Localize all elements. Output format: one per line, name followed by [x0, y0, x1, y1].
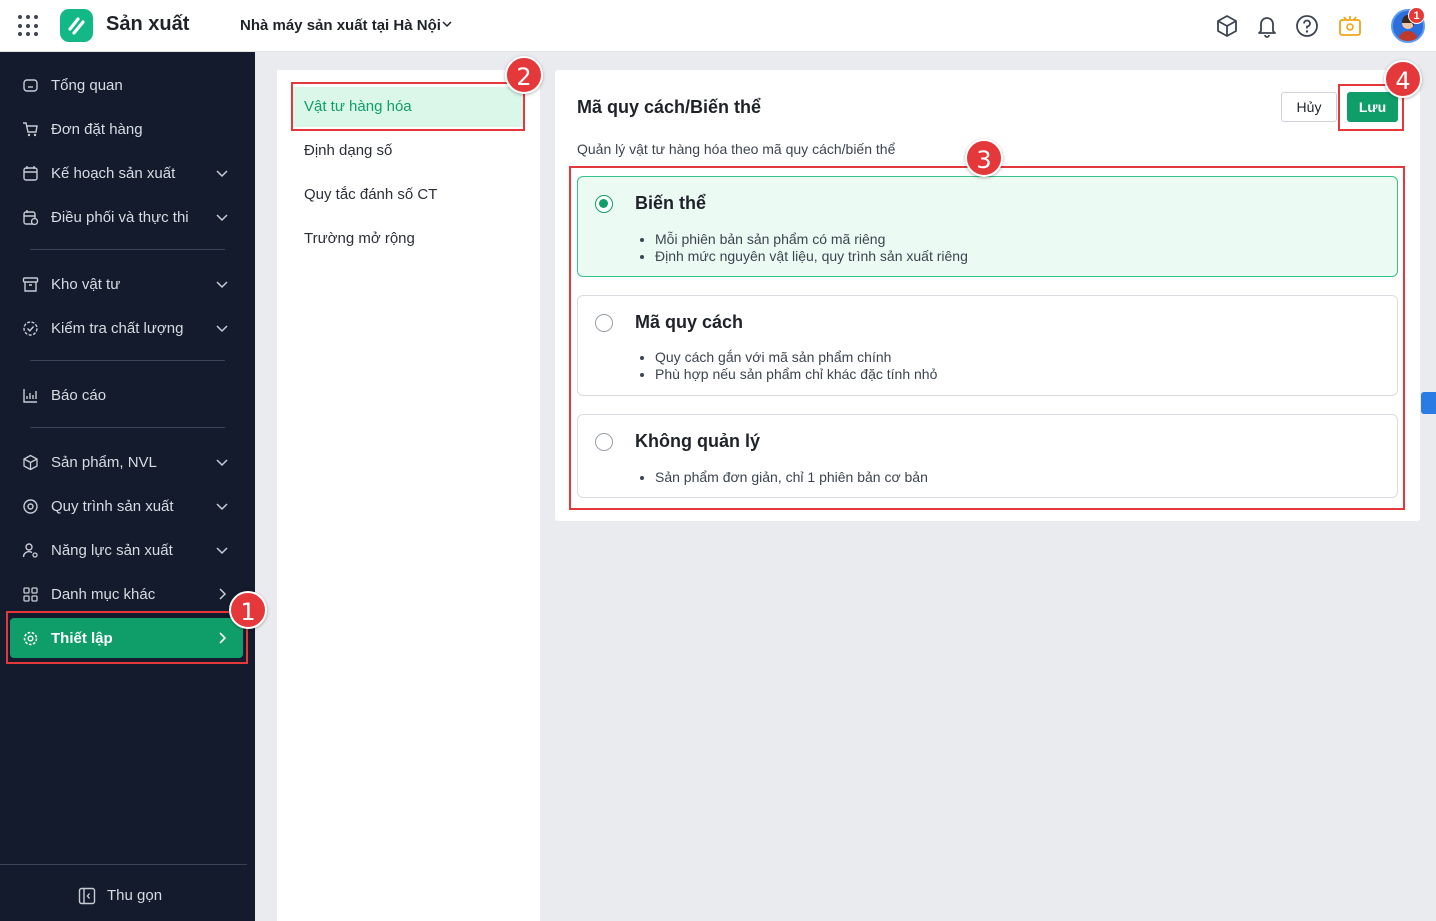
- sidebar-item-label: Tổng quan: [51, 76, 123, 94]
- chevron-right-icon: [219, 588, 227, 600]
- cube-icon: [23, 454, 38, 471]
- cancel-button[interactable]: Hủy: [1281, 92, 1337, 122]
- home-icon: [23, 79, 38, 92]
- sidebar-item-label: Báo cáo: [51, 386, 107, 404]
- sidebar: Tổng quan Đơn đặt hàng Kế hoạch sản xuất…: [0, 52, 255, 921]
- app-title: Sản xuất: [106, 13, 190, 35]
- sidebar-item-label: Kế hoạch sản xuất: [51, 164, 176, 182]
- sidebar-item-label: Đơn đặt hàng: [51, 120, 143, 138]
- sidebar-divider: [30, 249, 225, 250]
- factory-selector[interactable]: Nhà máy sản xuất tại Hà Nội: [240, 17, 441, 34]
- sidebar-item-label: Năng lực sản xuất: [51, 541, 173, 559]
- sidebar-item-label: Kho vật tư: [51, 275, 121, 293]
- chevron-down-icon: [216, 281, 228, 289]
- settings-submenu: Vật tư hàng hóa Định dạng số Quy tắc đán…: [277, 70, 540, 921]
- chevron-down-icon: [216, 214, 228, 222]
- sidebar-item-products[interactable]: Sản phẩm, NVL: [10, 442, 243, 482]
- highlight-box: [291, 82, 525, 131]
- collapse-sidebar-icon: [78, 887, 96, 905]
- chevron-down-icon: [216, 459, 228, 467]
- sidebar-item-production-plan[interactable]: Kế hoạch sản xuất: [10, 153, 243, 193]
- highlight-box: [6, 611, 248, 664]
- submenu-item-numbering-rules[interactable]: Quy tắc đánh số CT: [293, 175, 523, 215]
- collapse-label: Thu gọn: [107, 887, 163, 904]
- sidebar-item-quality[interactable]: Kiểm tra chất lượng: [10, 308, 243, 348]
- chevron-down-icon: [216, 547, 228, 555]
- sidebar-item-process[interactable]: Quy trình sản xuất: [10, 486, 243, 526]
- sidebar-item-label: Điều phối và thực thi: [51, 208, 189, 226]
- callout-badge: 3: [965, 139, 1003, 177]
- panel-description: Quản lý vật tư hàng hóa theo mã quy cách…: [577, 141, 896, 157]
- page-title: Mã quy cách/Biến thể: [577, 97, 762, 117]
- cart-icon: [23, 122, 38, 137]
- chart-icon: [23, 389, 37, 403]
- sidebar-divider: [30, 360, 225, 361]
- sidebar-item-warehouse[interactable]: Kho vật tư: [10, 264, 243, 304]
- chevron-down-icon: [216, 325, 228, 333]
- sidebar-item-dispatch[interactable]: Điều phối và thực thi: [10, 197, 243, 237]
- grid-icon: [23, 587, 38, 602]
- process-icon: [23, 499, 38, 514]
- chevron-down-icon[interactable]: [440, 17, 454, 31]
- sidebar-item-categories[interactable]: Danh mục khác: [10, 574, 243, 614]
- sidebar-item-label: Quy trình sản xuất: [51, 497, 174, 515]
- chevron-down-icon: [216, 503, 228, 511]
- app-logo: [60, 9, 93, 42]
- sidebar-item-orders[interactable]: Đơn đặt hàng: [10, 109, 243, 149]
- archive-icon: [22, 277, 39, 292]
- bell-icon[interactable]: [1254, 13, 1280, 39]
- sidebar-item-capacity[interactable]: Năng lực sản xuất: [10, 530, 243, 570]
- box-icon[interactable]: [1214, 13, 1240, 39]
- callout-badge: 2: [505, 56, 543, 94]
- calendar-clock-icon: [23, 210, 39, 226]
- user-gear-icon: [22, 543, 38, 558]
- app-grid-icon[interactable]: [18, 15, 40, 37]
- sidebar-item-label: Kiểm tra chất lượng: [51, 319, 184, 337]
- submenu-item-extended-fields[interactable]: Trường mở rộng: [293, 219, 523, 259]
- side-tab-handle[interactable]: [1421, 392, 1436, 414]
- collapse-button[interactable]: Thu gọn: [0, 864, 247, 921]
- notification-badge: 1: [1408, 7, 1425, 24]
- submenu-item-number-format[interactable]: Định dạng số: [293, 131, 523, 171]
- top-bar: Sản xuất Nhà máy sản xuất tại Hà Nội 1: [0, 0, 1436, 52]
- highlight-box: [569, 166, 1405, 510]
- help-icon[interactable]: [1294, 13, 1320, 39]
- sidebar-divider: [30, 427, 225, 428]
- sidebar-item-label: Danh mục khác: [51, 585, 156, 603]
- chevron-down-icon: [216, 170, 228, 178]
- quality-check-icon: [23, 321, 38, 336]
- sidebar-item-overview[interactable]: Tổng quan: [10, 65, 243, 105]
- callout-badge: 4: [1384, 60, 1422, 98]
- announcement-icon[interactable]: [1337, 13, 1363, 39]
- sidebar-item-label: Sản phẩm, NVL: [51, 453, 157, 471]
- callout-badge: 1: [229, 591, 267, 629]
- calendar-icon: [23, 166, 38, 181]
- sidebar-item-reports[interactable]: Báo cáo: [10, 375, 243, 415]
